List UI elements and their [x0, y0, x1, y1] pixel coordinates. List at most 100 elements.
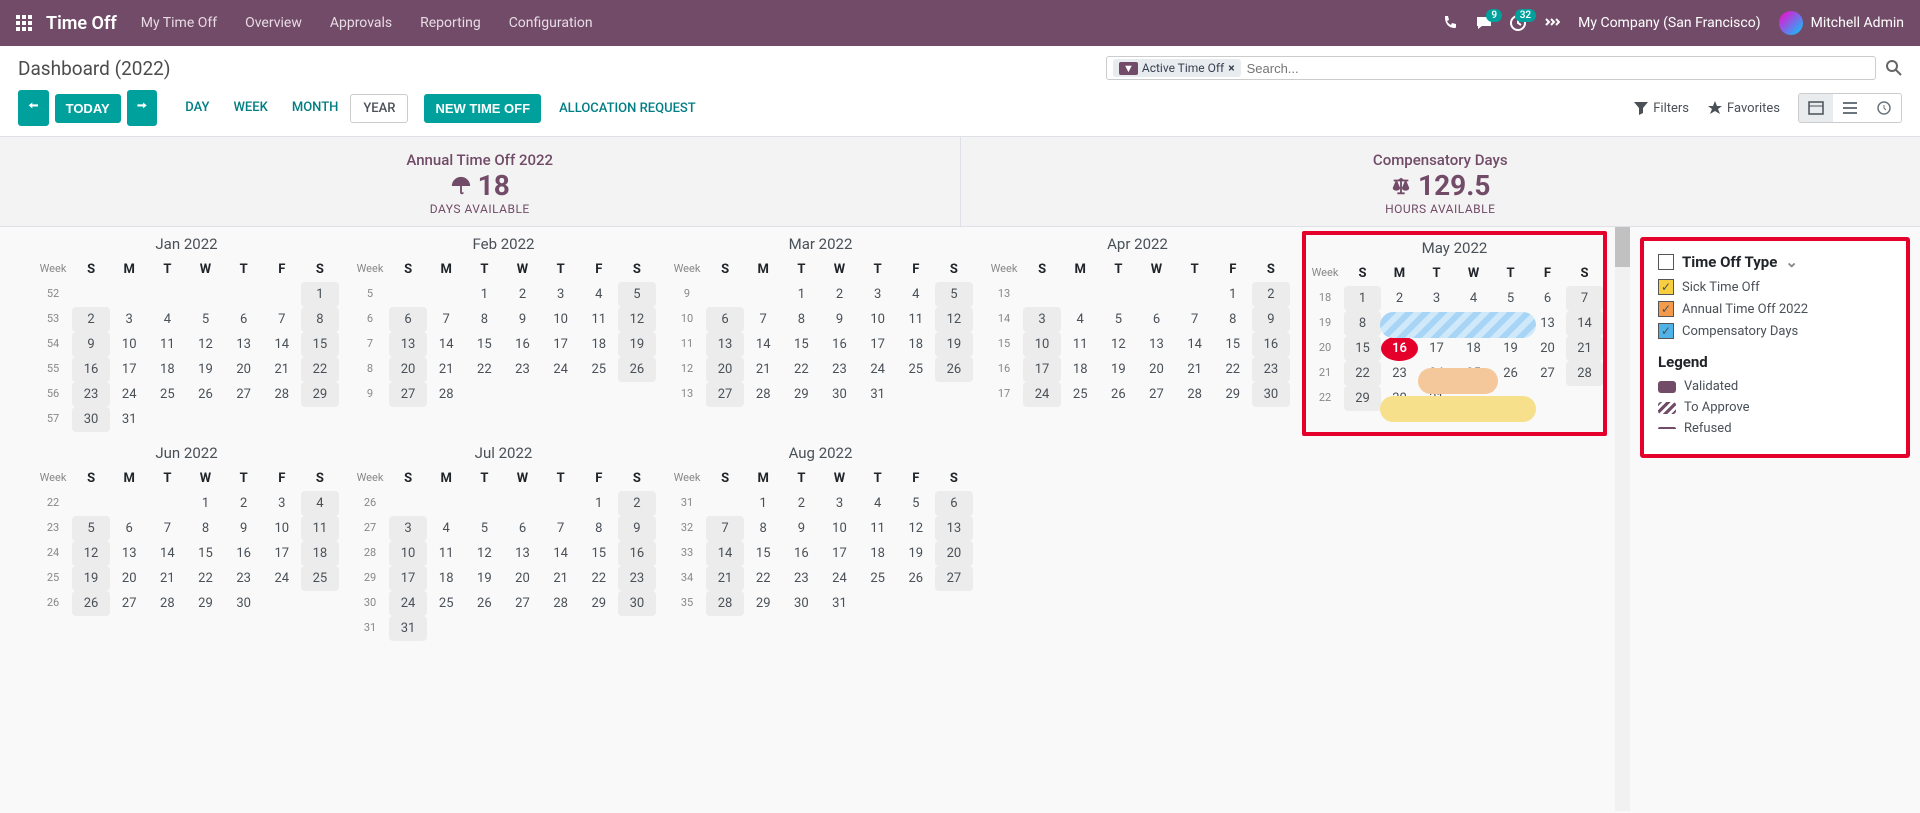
day-cell[interactable]: 27 [706, 382, 744, 407]
day-cell[interactable]: 10 [389, 541, 427, 566]
close-icon[interactable]: × [1228, 61, 1234, 75]
day-cell[interactable]: 8 [580, 516, 618, 541]
day-cell[interactable]: 15 [186, 541, 224, 566]
day-cell[interactable]: 6 [935, 491, 973, 516]
day-cell[interactable]: 28 [706, 591, 744, 616]
day-cell[interactable]: 24 [110, 382, 148, 407]
type-filter-item[interactable]: ✓Sick Time Off [1658, 279, 1892, 295]
time-off-pill[interactable] [1418, 368, 1498, 394]
day-cell[interactable]: 20 [935, 541, 973, 566]
day-cell[interactable]: 27 [225, 382, 263, 407]
day-cell[interactable]: 16 [1252, 332, 1290, 357]
day-cell[interactable]: 6 [1529, 286, 1566, 311]
day-cell[interactable]: 27 [935, 566, 973, 591]
day-cell[interactable]: 22 [465, 357, 503, 382]
day-cell[interactable]: 2 [1252, 282, 1290, 307]
day-cell[interactable]: 6 [503, 516, 541, 541]
day-cell[interactable]: 16 [503, 332, 541, 357]
day-cell[interactable]: 15 [782, 332, 820, 357]
nav-item-reporting[interactable]: Reporting [420, 15, 481, 31]
debug-icon[interactable] [1544, 15, 1560, 31]
day-cell[interactable]: 19 [72, 566, 110, 591]
day-cell[interactable]: 28 [427, 382, 465, 407]
calendar-view-button[interactable] [1799, 94, 1833, 122]
day-cell[interactable]: 2 [782, 491, 820, 516]
day-cell[interactable]: 5 [465, 516, 503, 541]
day-cell[interactable]: 13 [503, 541, 541, 566]
day-cell[interactable]: 17 [1023, 357, 1061, 382]
day-cell[interactable]: 21 [542, 566, 580, 591]
day-cell[interactable]: 29 [301, 382, 339, 407]
day-cell[interactable]: 24 [263, 566, 301, 591]
checkbox-icon[interactable]: ✓ [1658, 279, 1674, 295]
day-cell[interactable]: 4 [897, 282, 935, 307]
day-cell[interactable]: 22 [782, 357, 820, 382]
day-cell[interactable]: 4 [1455, 286, 1492, 311]
day-cell[interactable]: 5 [935, 282, 973, 307]
day-cell[interactable]: 24 [1023, 382, 1061, 407]
day-cell[interactable]: 20 [1529, 336, 1566, 361]
activities-icon[interactable]: 32 [1510, 15, 1526, 31]
favorites-dropdown[interactable]: Favorites [1707, 100, 1780, 116]
day-cell[interactable]: 18 [1061, 357, 1099, 382]
day-cell[interactable]: 12 [186, 332, 224, 357]
day-cell[interactable]: 14 [263, 332, 301, 357]
day-cell[interactable]: 28 [148, 591, 186, 616]
day-cell[interactable]: 17 [389, 566, 427, 591]
day-cell[interactable]: 4 [859, 491, 897, 516]
day-cell[interactable]: 30 [782, 591, 820, 616]
day-cell[interactable]: 14 [744, 332, 782, 357]
nav-item-my-time-off[interactable]: My Time Off [141, 15, 217, 31]
day-cell[interactable]: 13 [1137, 332, 1175, 357]
day-cell[interactable]: 22 [580, 566, 618, 591]
day-cell[interactable]: 22 [301, 357, 339, 382]
day-cell[interactable]: 3 [110, 307, 148, 332]
day-cell[interactable]: 31 [110, 407, 148, 432]
day-cell[interactable]: 21 [427, 357, 465, 382]
day-cell[interactable]: 23 [820, 357, 858, 382]
day-cell[interactable]: 1 [782, 282, 820, 307]
day-cell[interactable]: 9 [1252, 307, 1290, 332]
day-cell[interactable]: 19 [618, 332, 656, 357]
day-cell[interactable]: 6 [110, 516, 148, 541]
day-cell[interactable]: 4 [301, 491, 339, 516]
type-filter-item[interactable]: ✓Compensatory Days [1658, 323, 1892, 339]
day-cell[interactable]: 18 [1455, 336, 1492, 361]
day-cell[interactable]: 13 [706, 332, 744, 357]
day-cell[interactable]: 9 [618, 516, 656, 541]
day-cell[interactable]: 26 [465, 591, 503, 616]
day-cell[interactable]: 31 [389, 616, 427, 641]
day-cell[interactable]: 22 [1344, 361, 1381, 386]
day-cell[interactable]: 27 [110, 591, 148, 616]
day-cell[interactable]: 11 [301, 516, 339, 541]
day-cell[interactable]: 2 [225, 491, 263, 516]
day-cell[interactable]: 20 [110, 566, 148, 591]
type-filter-item[interactable]: ✓Annual Time Off 2022 [1658, 301, 1892, 317]
day-cell[interactable]: 14 [1176, 332, 1214, 357]
day-cell[interactable]: 7 [1176, 307, 1214, 332]
day-cell[interactable]: 25 [897, 357, 935, 382]
day-cell[interactable]: 19 [897, 541, 935, 566]
day-cell[interactable]: 11 [148, 332, 186, 357]
new-time-off-button[interactable]: NEW TIME OFF [424, 94, 541, 123]
day-cell[interactable]: 24 [820, 566, 858, 591]
day-cell[interactable]: 22 [744, 566, 782, 591]
messages-icon[interactable]: 9 [1476, 15, 1492, 31]
day-cell[interactable]: 21 [706, 566, 744, 591]
day-cell[interactable]: 12 [465, 541, 503, 566]
day-cell[interactable]: 4 [148, 307, 186, 332]
stat-card[interactable]: Compensatory Days129.5HOURS AVAILABLE [961, 137, 1920, 226]
day-cell[interactable]: 2 [1381, 286, 1418, 311]
day-cell[interactable]: 6 [1137, 307, 1175, 332]
day-cell[interactable]: 26 [618, 357, 656, 382]
day-cell[interactable]: 2 [820, 282, 858, 307]
day-cell[interactable]: 21 [263, 357, 301, 382]
day-cell[interactable]: 1 [1214, 282, 1252, 307]
day-cell[interactable]: 25 [301, 566, 339, 591]
day-cell[interactable]: 14 [1566, 311, 1603, 336]
day-cell[interactable]: 27 [1137, 382, 1175, 407]
day-cell[interactable]: 2 [618, 491, 656, 516]
day-cell[interactable]: 23 [782, 566, 820, 591]
day-cell[interactable]: 9 [503, 307, 541, 332]
day-cell[interactable]: 15 [1344, 336, 1381, 361]
